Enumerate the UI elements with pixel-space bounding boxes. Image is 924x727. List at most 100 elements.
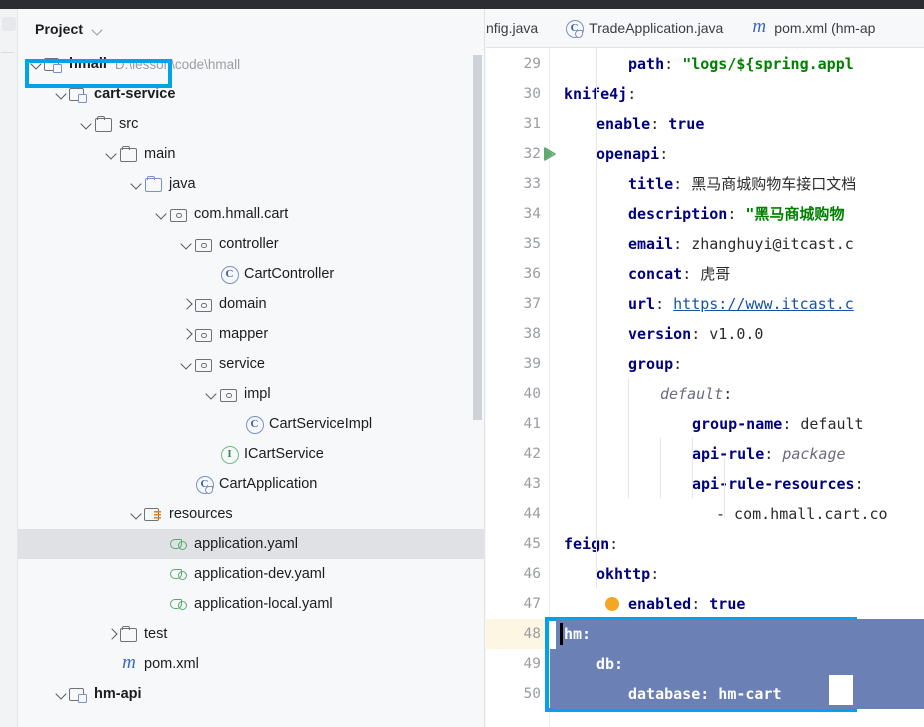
tree-item-pom-xml[interactable]: pom.xml <box>18 649 484 679</box>
code-line-text: group: <box>628 355 683 373</box>
code-line-text: default: <box>660 385 733 403</box>
code-line[interactable]: 40 default: <box>486 379 924 409</box>
code-line-text: feign: <box>564 535 619 553</box>
java-class-icon <box>219 265 239 284</box>
tree-item-application-yaml[interactable]: application.yaml <box>18 529 484 559</box>
spring-yaml-icon <box>169 565 189 583</box>
code-line[interactable]: 35 email: zhanghuyi@itcast.c <box>486 229 924 259</box>
code-line[interactable]: 41 group-name: default <box>486 409 924 439</box>
project-panel-header[interactable]: Project <box>18 9 484 49</box>
code-line-text: db: <box>596 655 624 673</box>
chevron-down-icon[interactable] <box>128 506 144 522</box>
tree-item-hm-api[interactable]: hm-api <box>18 679 484 709</box>
tree-item-service[interactable]: service <box>18 349 484 379</box>
tree-item-label: CartApplication <box>219 475 318 492</box>
code-line-text: api-rule: package <box>692 445 846 463</box>
project-tool-icon[interactable] <box>2 17 16 31</box>
chevron-right-icon[interactable] <box>103 626 119 642</box>
code-line-text: enabled: true <box>628 595 746 613</box>
no-arrow-spacer <box>203 266 219 282</box>
code-line[interactable]: 43 api-rule-resources: <box>486 469 924 499</box>
chevron-down-icon[interactable] <box>103 146 119 162</box>
tree-item-impl[interactable]: impl <box>18 379 484 409</box>
package-icon <box>194 295 214 313</box>
chevron-down-icon[interactable] <box>128 176 144 192</box>
tree-item-hmall[interactable]: hmall D:\lesson\code\hmall <box>18 49 484 79</box>
line-number: 38 <box>523 326 541 342</box>
editor-tab-nfig-java[interactable]: nfig.java <box>486 9 551 47</box>
tree-item-java[interactable]: java <box>18 169 484 199</box>
tree-item-cartserviceimpl[interactable]: CartServiceImpl <box>18 409 484 439</box>
chevron-down-icon[interactable] <box>78 116 94 132</box>
code-line[interactable]: 31 enable: true <box>486 109 924 139</box>
intention-bulb-icon[interactable] <box>605 597 619 611</box>
chevron-down-icon[interactable] <box>53 686 69 702</box>
code-line[interactable]: 42 api-rule: package <box>486 439 924 469</box>
tool-window-bar[interactable] <box>0 9 18 727</box>
tree-item-application-dev-yaml[interactable]: application-dev.yaml <box>18 559 484 589</box>
tree-item-cart-service[interactable]: cart-service <box>18 79 484 109</box>
code-line[interactable]: 45 feign: <box>486 529 924 559</box>
tree-item-domain[interactable]: domain <box>18 289 484 319</box>
project-panel-scrollbar[interactable] <box>473 55 482 420</box>
chevron-down-icon[interactable] <box>178 236 194 252</box>
package-icon <box>194 235 214 253</box>
spring-boot-class-icon <box>564 19 584 38</box>
chevron-down-icon[interactable] <box>153 206 169 222</box>
tree-item-label: com.hmall.cart <box>194 205 289 222</box>
code-line-text: hm: <box>564 625 592 643</box>
code-line-text: database: hm-cart <box>628 685 782 703</box>
tree-item-controller[interactable]: controller <box>18 229 484 259</box>
indent-guide <box>628 378 629 498</box>
page-title: Project <box>35 21 84 37</box>
code-editor[interactable]: 29 path: "logs/${spring.appl 30 knife4j: 31 e… <box>486 48 924 727</box>
chevron-right-icon[interactable] <box>178 296 194 312</box>
editor-tab-tradeapplication-java[interactable]: TradeApplication.java <box>551 9 736 47</box>
line-number: 29 <box>523 56 541 72</box>
code-line[interactable]: 30 knife4j: <box>486 79 924 109</box>
tree-item-label: application.yaml <box>194 535 298 552</box>
chevron-down-icon[interactable] <box>92 24 103 35</box>
code-line[interactable]: 39 group: <box>486 349 924 379</box>
line-number: 35 <box>523 236 541 252</box>
code-line[interactable]: 37 url: https://www.itcast.c <box>486 289 924 319</box>
code-line[interactable]: 47 enabled: true <box>486 589 924 619</box>
tree-item-label: impl <box>244 385 271 402</box>
tree-item-cartcontroller[interactable]: CartController <box>18 259 484 289</box>
tree-item-label: test <box>144 625 168 642</box>
spring-boot-class-icon <box>194 475 214 494</box>
chevron-down-icon[interactable] <box>28 56 44 72</box>
tree-item-cartapplication[interactable]: CartApplication <box>18 469 484 499</box>
code-line-text: title: 黑马商城购物车接口文档 <box>628 175 857 193</box>
tree-item-mapper[interactable]: mapper <box>18 319 484 349</box>
tree-item-src[interactable]: src <box>18 109 484 139</box>
module-folder-icon <box>69 685 89 703</box>
editor-tab-bar[interactable]: nfig.java TradeApplication.java pom.xml (h… <box>486 9 924 48</box>
no-arrow-spacer <box>153 566 169 582</box>
tree-item-label: CartController <box>244 265 335 282</box>
chevron-right-icon[interactable] <box>178 326 194 342</box>
code-line[interactable]: 38 version: v1.0.0 <box>486 319 924 349</box>
code-line[interactable]: 44 - com.hmall.cart.co <box>486 499 924 529</box>
tree-item-com-hmall-cart[interactable]: com.hmall.cart <box>18 199 484 229</box>
line-number: 31 <box>523 116 541 132</box>
code-line[interactable]: 36 concat: 虎哥 <box>486 259 924 289</box>
project-tree[interactable]: hmall D:\lesson\code\hmall cart-service src… <box>18 49 484 709</box>
no-arrow-spacer <box>178 476 194 492</box>
tree-item-icartservice[interactable]: ICartService <box>18 439 484 469</box>
tree-item-resources[interactable]: resources <box>18 499 484 529</box>
editor-area: nfig.java TradeApplication.java pom.xml (h… <box>486 9 924 727</box>
tree-item-application-local-yaml[interactable]: application-local.yaml <box>18 589 484 619</box>
code-line[interactable]: 33 title: 黑马商城购物车接口文档 <box>486 169 924 199</box>
code-line[interactable]: 29 path: "logs/${spring.appl <box>486 49 924 79</box>
chevron-down-icon[interactable] <box>203 386 219 402</box>
tree-item-main[interactable]: main <box>18 139 484 169</box>
code-line[interactable]: 46 okhttp: <box>486 559 924 589</box>
tree-item-test[interactable]: test <box>18 619 484 649</box>
chevron-down-icon[interactable] <box>53 86 69 102</box>
chevron-down-icon[interactable] <box>178 356 194 372</box>
run-configuration-icon[interactable] <box>543 146 557 162</box>
code-line[interactable]: 34 description: "黑马商城购物 <box>486 199 924 229</box>
no-arrow-spacer <box>228 416 244 432</box>
editor-tab-pom-xml-hm-ap[interactable]: pom.xml (hm-ap <box>736 9 888 47</box>
